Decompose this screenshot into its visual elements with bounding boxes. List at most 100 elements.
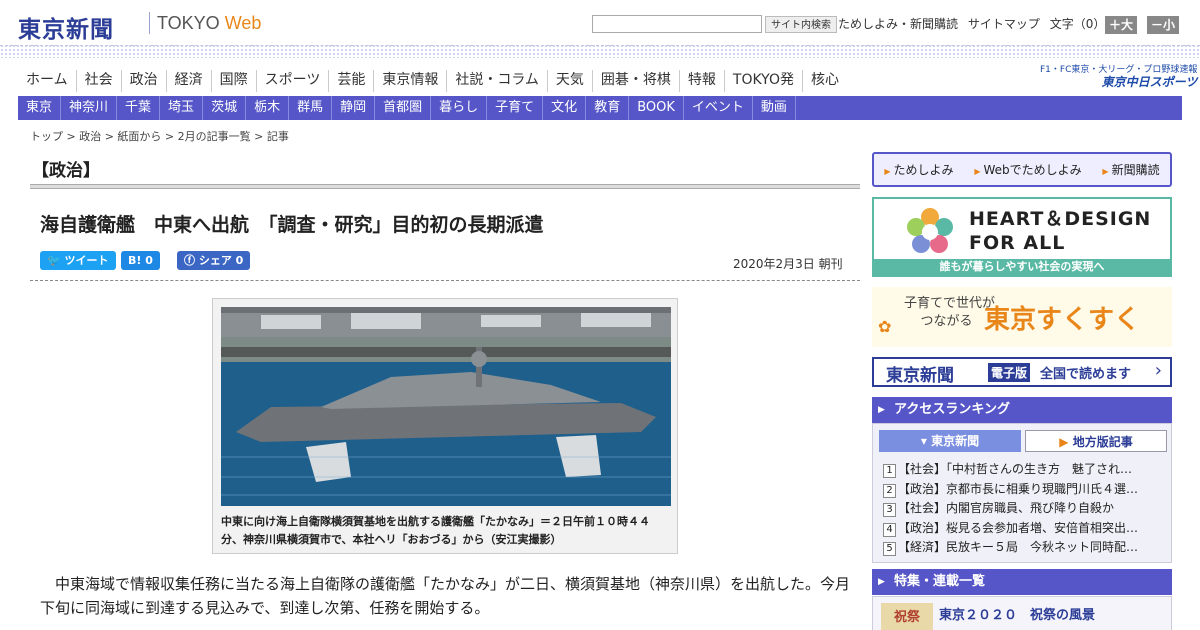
region-nav-item[interactable]: 栃木 [246, 96, 290, 120]
region-nav-item[interactable]: 千葉 [117, 96, 161, 120]
tweet-button[interactable]: 🐦 ツイート [40, 251, 116, 270]
subscribe-link[interactable]: ためしよみ・新聞購読 [838, 17, 958, 31]
facebook-share-button[interactable]: ⓕ シェア 0 [177, 251, 251, 270]
nav-item[interactable]: 政治 [120, 70, 166, 92]
facebook-icon: ⓕ [184, 254, 199, 267]
subscribe-link[interactable]: 新聞購読 [1102, 161, 1160, 178]
rank-title: 【社会】内閣官房職員、飛び降り自殺か [898, 501, 1115, 515]
headline-rule [30, 280, 860, 281]
twitter-icon: 🐦 [47, 254, 65, 267]
ranking-item[interactable]: 3 【社会】内閣官房職員、飛び降り自殺か [883, 499, 1163, 519]
rank-title: 【経済】民放キー５局 今秋ネット同時配… [898, 540, 1139, 554]
logo-divider [149, 12, 150, 34]
nav-item[interactable]: 特報 [678, 70, 724, 92]
nav-item[interactable]: ホーム [18, 70, 76, 92]
heart-design-subtitle: 誰もが暮らしやすい社会の実現へ [874, 259, 1170, 275]
nav-item[interactable]: TOKYO発 [723, 70, 802, 92]
tab-tokyo[interactable]: ▾ 東京新聞 [879, 430, 1021, 452]
nav-item[interactable]: 天気 [546, 70, 592, 92]
article-photo[interactable] [221, 307, 671, 506]
region-nav-item[interactable]: 東京 [18, 96, 62, 120]
header-pattern [0, 44, 1200, 58]
region-nav-item[interactable]: 子育て [487, 96, 544, 120]
nav-item[interactable]: 社説・コラム [446, 70, 547, 92]
sukusuku-banner[interactable]: ✿ 子育てで世代が つながる 東京すくすく [872, 287, 1172, 347]
heart-title-line1: HEART＆DESIGN [969, 208, 1152, 230]
nav-item[interactable]: 社会 [75, 70, 121, 92]
nav-item[interactable]: 国際 [210, 70, 256, 92]
section-rule [30, 184, 860, 189]
region-nav-item[interactable]: 首都圏 [375, 96, 432, 120]
tab-local[interactable]: ▶ 地方版記事 [1025, 430, 1167, 452]
rank-title: 【政治】京都市長に相乗り現職門川氏４選… [898, 481, 1139, 496]
chunichi-sports-banner[interactable]: F1・FC東京・大リーグ・プロ野球速報 東京中日スポーツ [1040, 64, 1197, 88]
ranking-box: ▾ 東京新聞 ▶ 地方版記事 1 【社会】「中村哲さんの生き方 魅了され… 2 【政… [872, 423, 1172, 563]
region-nav-item[interactable]: BOOK [629, 96, 684, 120]
nav-item[interactable]: 核心 [801, 70, 847, 92]
heart-design-banner[interactable]: HEART＆DESIGN FOR ALL 誰もが暮らしやすい社会の実現へ [872, 197, 1172, 277]
chunichi-brand: 東京中日スポーツ [1101, 75, 1198, 89]
trial-link[interactable]: ためしよみ [884, 161, 954, 178]
region-nav-item[interactable]: イベント [684, 96, 753, 120]
flower-icon: ✿ [878, 317, 892, 336]
region-nav-item[interactable]: 埼玉 [160, 96, 204, 120]
flower-logo-icon [907, 208, 953, 253]
hatena-button[interactable]: B! 0 [121, 251, 160, 270]
facebook-label: シェア 0 [198, 254, 244, 267]
ranking-item[interactable]: 4 【政治】桜見る会参加者増、安倍首相突出… [883, 519, 1163, 539]
logo-web-text: Web [224, 13, 262, 33]
article-date: 2020年2月3日 朝刊 [733, 257, 843, 271]
sitemap-link[interactable]: サイトマップ [968, 17, 1040, 31]
search-input[interactable] [592, 15, 762, 33]
font-size-up-button[interactable]: ＋大 [1105, 16, 1138, 34]
section-title: 【政治】 [32, 161, 100, 181]
rank-title: 【政治】桜見る会参加者増、安倍首相突出… [898, 520, 1139, 535]
region-nav-item[interactable]: 教育 [586, 96, 630, 120]
ranking-list: 1 【社会】「中村哲さんの生き方 魅了され… 2 【政治】京都市長に相乗り現職門川氏… [883, 460, 1163, 558]
nav-item[interactable]: 東京情報 [373, 70, 446, 92]
region-nav-item[interactable]: 茨城 [203, 96, 247, 120]
region-nav-item[interactable]: 文化 [543, 96, 587, 120]
web-trial-link[interactable]: Webでためしよみ [974, 161, 1081, 178]
tweet-label: ツイート [64, 254, 109, 267]
site-logo[interactable]: 東京新聞 [18, 10, 114, 44]
feature-thumbnail[interactable]: 祝祭 [881, 603, 933, 630]
breadcrumb[interactable]: トップ > 政治 > 紙面から > 2月の記事一覧 > 記事 [30, 128, 289, 144]
tokyo-web-logo[interactable]: TOKYO Web [157, 13, 261, 34]
rank-number: 5 [883, 542, 896, 556]
chevron-right-icon: › [1154, 360, 1162, 381]
heart-title-line2: FOR ALL [969, 232, 1066, 254]
denshi-logo: 東京新聞 [886, 366, 954, 386]
nav-item[interactable]: 囲碁・将棋 [591, 70, 679, 92]
tab-tokyo-label: 東京新聞 [931, 434, 980, 448]
denshi-tag: 電子版 [988, 363, 1031, 382]
region-nav-item[interactable]: 群馬 [289, 96, 333, 120]
article-headline: 海自護衛艦 中東へ出航 「調査・研究」目的初の長期派遣 [40, 214, 544, 236]
region-nav-item[interactable]: 暮らし [431, 96, 488, 120]
nav-item[interactable]: 経済 [165, 70, 211, 92]
nav-item[interactable]: 芸能 [328, 70, 373, 92]
rank-number: 3 [883, 503, 896, 517]
ranking-item[interactable]: 2 【政治】京都市長に相乗り現職門川氏４選… [883, 480, 1163, 500]
search-button[interactable]: サイト内検索 [765, 16, 837, 33]
font-size-label: 文字（0） [1049, 17, 1106, 31]
ranking-item[interactable]: 1 【社会】「中村哲さんの生き方 魅了され… [883, 460, 1163, 480]
header-links: ためしよみ・新聞購読 サイトマップ 文字（0） [838, 16, 1111, 32]
sukusuku-brand: 東京すくすく [984, 305, 1141, 335]
subscription-promo: ためしよみ Webでためしよみ 新聞購読 [872, 152, 1172, 187]
region-nav-item[interactable]: 静岡 [332, 96, 376, 120]
nav-item[interactable]: スポーツ [255, 70, 329, 92]
feature-item-link[interactable]: 東京２０２０ 祝祭の風景 [939, 604, 1095, 623]
caret-down-icon: ▾ [920, 434, 932, 448]
digital-edition-banner[interactable]: 東京新聞 電子版 全国で読めます › [872, 357, 1172, 387]
logo-tokyo-text: TOKYO [157, 13, 220, 33]
caret-right-icon: ▶ [1059, 435, 1073, 449]
sukusuku-tagline: 子育てで世代が つながる [904, 295, 995, 331]
font-size-down-button[interactable]: －小 [1147, 16, 1180, 34]
rank-number: 2 [883, 483, 896, 498]
ranking-item[interactable]: 5 【経済】民放キー５局 今秋ネット同時配… [883, 538, 1163, 558]
region-nav-item[interactable]: 動画 [753, 96, 796, 120]
photo-caption: 中東に向け海上自衛隊横須賀基地を出航する護衛艦「たかなみ」＝２日午前１０時４４分… [221, 515, 650, 546]
main-nav: ホーム 社会 政治 経済 国際 スポーツ 芸能 東京情報 社説・コラム 天気 囲… [18, 70, 847, 92]
region-nav-item[interactable]: 神奈川 [61, 96, 118, 120]
